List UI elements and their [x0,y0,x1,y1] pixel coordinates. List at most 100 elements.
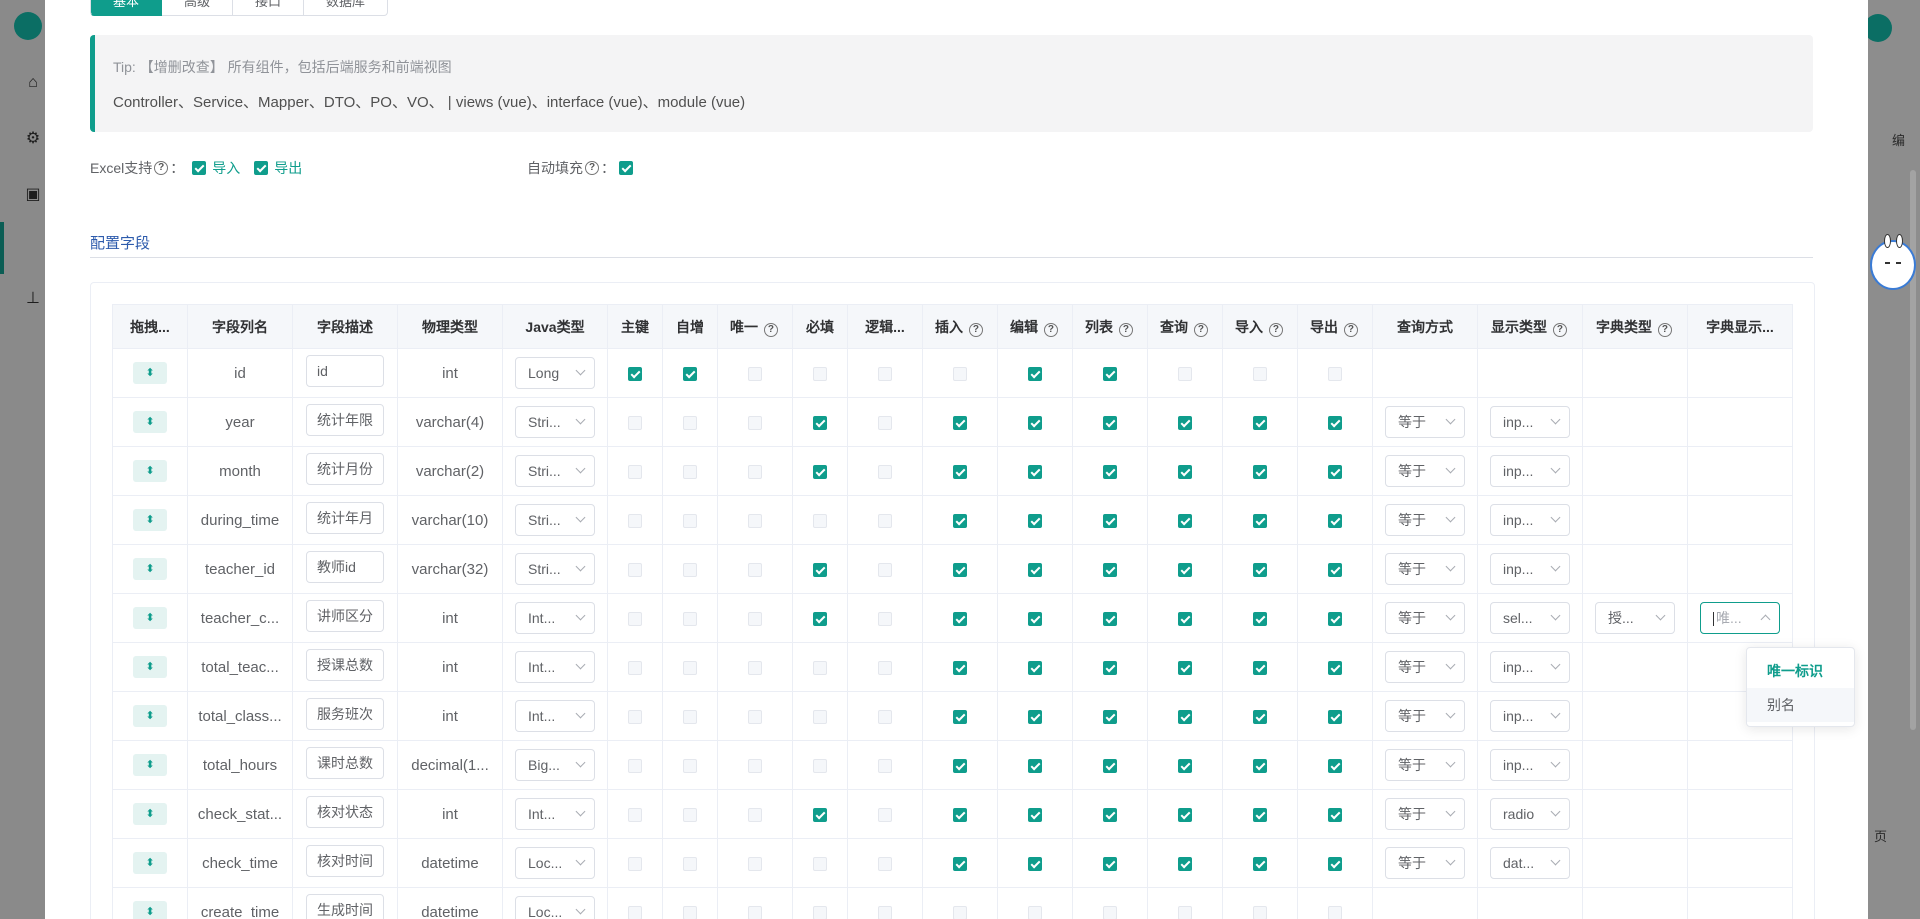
drag-handle-icon[interactable]: ⬍ [133,705,167,727]
field-desc-input[interactable]: 课时总数 [306,747,384,779]
list-checkbox[interactable] [1103,464,1117,479]
dict-display-select[interactable]: 唯... [1700,602,1780,634]
java-type-select[interactable]: Long [515,357,595,389]
export-checkbox[interactable] [1328,758,1342,773]
help-icon[interactable]: ? [1118,322,1133,337]
help-icon[interactable]: ? [1193,322,1208,337]
import-checkbox[interactable] [1253,415,1267,430]
field-desc-input[interactable]: id [306,355,384,387]
export-checkbox[interactable] [1328,611,1342,626]
tab-advanced[interactable]: 高级 [162,0,234,16]
java-type-select[interactable]: Loc... [515,896,595,919]
assistant-mascot-icon[interactable] [1870,234,1916,290]
list-checkbox[interactable] [1103,513,1117,528]
import-checkbox[interactable] [1253,758,1267,773]
required-checkbox[interactable] [813,807,827,822]
autofill-checkbox[interactable] [619,161,633,175]
edit-checkbox[interactable] [1028,807,1042,822]
insert-checkbox[interactable] [953,562,967,577]
help-icon[interactable]: ? [154,161,169,175]
export-checkbox[interactable] [1328,709,1342,724]
edit-checkbox[interactable] [1028,464,1042,479]
field-desc-input[interactable]: 生成时间 [306,894,384,919]
insert-checkbox[interactable] [953,807,967,822]
import-checkbox[interactable] [1253,660,1267,675]
help-icon[interactable]: ? [1268,322,1283,337]
display-type-select[interactable]: dat... [1490,847,1570,879]
java-type-select[interactable]: Loc... [515,847,595,879]
list-checkbox[interactable] [1103,415,1117,430]
display-type-select[interactable]: inp... [1490,406,1570,438]
insert-checkbox[interactable] [953,464,967,479]
query-mode-select[interactable]: 等于 [1385,749,1465,781]
drag-handle-icon[interactable]: ⬍ [133,852,167,874]
export-checkbox[interactable] [1328,415,1342,430]
query-checkbox[interactable] [1178,562,1192,577]
drag-handle-icon[interactable]: ⬍ [133,460,167,482]
edit-checkbox[interactable] [1028,611,1042,626]
import-label[interactable]: 导入 [212,158,240,178]
auto-checkbox[interactable] [683,366,697,381]
display-type-select[interactable]: radio [1490,798,1570,830]
list-checkbox[interactable] [1103,366,1117,381]
query-mode-select[interactable]: 等于 [1385,553,1465,585]
import-checkbox[interactable] [1253,709,1267,724]
query-checkbox[interactable] [1178,464,1192,479]
tab-basic[interactable]: 基本 [90,0,163,16]
import-checkbox[interactable] [1253,562,1267,577]
drag-handle-icon[interactable]: ⬍ [133,362,167,384]
list-checkbox[interactable] [1103,758,1117,773]
list-checkbox[interactable] [1103,856,1117,871]
query-checkbox[interactable] [1178,415,1192,430]
export-checkbox[interactable] [254,161,269,175]
drag-handle-icon[interactable]: ⬍ [133,411,167,433]
import-checkbox[interactable] [192,161,207,175]
query-checkbox[interactable] [1178,758,1192,773]
drag-handle-icon[interactable]: ⬍ [133,803,167,825]
edit-checkbox[interactable] [1028,562,1042,577]
edit-checkbox[interactable] [1028,709,1042,724]
query-mode-select[interactable]: 等于 [1385,602,1465,634]
drag-handle-icon[interactable]: ⬍ [133,509,167,531]
export-checkbox[interactable] [1328,464,1342,479]
tab-database[interactable]: 数据库 [304,0,389,16]
java-type-select[interactable]: Stri... [515,553,595,585]
insert-checkbox[interactable] [953,513,967,528]
export-checkbox[interactable] [1328,562,1342,577]
list-checkbox[interactable] [1103,660,1117,675]
query-mode-select[interactable]: 等于 [1385,847,1465,879]
import-checkbox[interactable] [1253,464,1267,479]
field-desc-input[interactable]: 教师id [306,551,384,583]
insert-checkbox[interactable] [953,758,967,773]
required-checkbox[interactable] [813,415,827,430]
field-desc-input[interactable]: 统计年月 [306,502,384,534]
help-icon[interactable]: ? [763,322,778,337]
dropdown-option-unique-id[interactable]: 唯一标识 [1747,654,1854,688]
required-checkbox[interactable] [813,464,827,479]
query-mode-select[interactable]: 等于 [1385,406,1465,438]
required-checkbox[interactable] [813,611,827,626]
field-desc-input[interactable]: 核对状态 [306,796,384,828]
dict-type-select[interactable]: 授... [1595,602,1675,634]
help-icon[interactable]: ? [1657,322,1672,337]
java-type-select[interactable]: Stri... [515,406,595,438]
display-type-select[interactable]: inp... [1490,749,1570,781]
display-type-select[interactable]: inp... [1490,504,1570,536]
drag-handle-icon[interactable]: ⬍ [133,558,167,580]
query-checkbox[interactable] [1178,807,1192,822]
drag-handle-icon[interactable]: ⬍ [133,754,167,776]
import-checkbox[interactable] [1253,513,1267,528]
insert-checkbox[interactable] [953,415,967,430]
edit-checkbox[interactable] [1028,660,1042,675]
query-checkbox[interactable] [1178,709,1192,724]
java-type-select[interactable]: Int... [515,651,595,683]
drag-handle-icon[interactable]: ⬍ [133,656,167,678]
pk-checkbox[interactable] [628,366,642,381]
java-type-select[interactable]: Int... [515,602,595,634]
display-type-select[interactable]: sel... [1490,602,1570,634]
display-type-select[interactable]: inp... [1490,651,1570,683]
display-type-select[interactable]: inp... [1490,455,1570,487]
query-mode-select[interactable]: 等于 [1385,504,1465,536]
insert-checkbox[interactable] [953,611,967,626]
edit-checkbox[interactable] [1028,415,1042,430]
